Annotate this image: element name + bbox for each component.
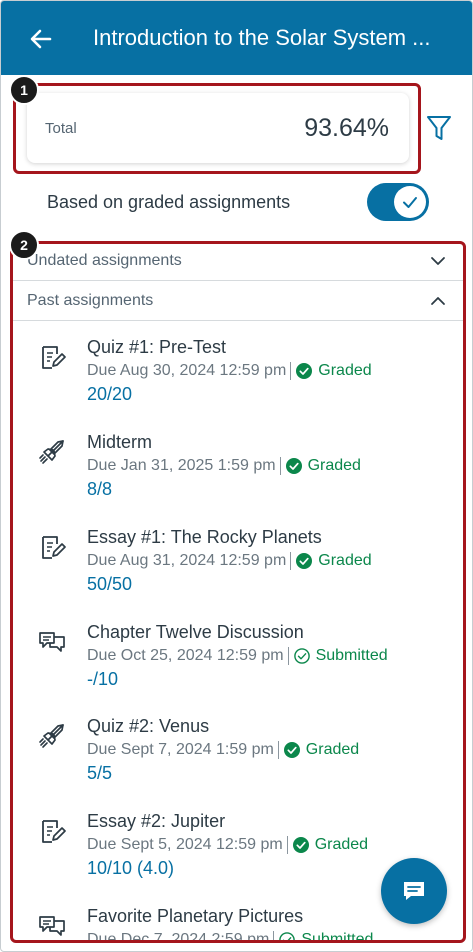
past-assignments-label: Past assignments (27, 292, 154, 309)
assignment-name: Essay #1: The Rocky Planets (87, 527, 322, 547)
past-assignments-header[interactable]: Past assignments (12, 281, 464, 321)
status-text: Graded (305, 741, 360, 758)
due-date: Due Dec 7, 2024 2:59 pm (87, 931, 270, 942)
assignment-score: 50/50 (87, 574, 133, 594)
assignment-meta: Due Aug 31, 2024 12:59 pm Graded (87, 552, 372, 570)
filter-icon (427, 116, 451, 140)
assignment-meta: Due Oct 25, 2024 12:59 pm Submitted (87, 647, 388, 665)
assignment-meta: Due Jan 31, 2025 1:59 pm Graded (87, 457, 361, 475)
check-circle-filled-icon (292, 837, 309, 853)
status-text: Submitted (315, 647, 388, 664)
list-item[interactable]: Quiz #2: Venus Due Sept 7, 2024 1:59 pm … (12, 712, 464, 807)
toggle-knob (394, 186, 426, 218)
assignment-score: 10/10 (4.0) (87, 858, 175, 878)
compose-message-button[interactable] (381, 858, 447, 924)
assignment-edit-icon (42, 346, 66, 369)
due-date: Due Aug 30, 2024 12:59 pm (87, 362, 287, 379)
list-item[interactable]: Quiz #1: Pre-Test Due Aug 30, 2024 12:59… (12, 333, 464, 428)
status-text: Graded (318, 362, 372, 379)
list-item[interactable]: Chapter Twelve Discussion Due Oct 25, 20… (12, 618, 464, 713)
based-on-graded-toggle[interactable] (367, 183, 429, 221)
status-badge: Graded (283, 741, 360, 759)
assignment-name: Quiz #1: Pre-Test (87, 337, 227, 357)
due-date: Due Sept 7, 2024 1:59 pm (87, 741, 274, 758)
status-badge: Submitted (293, 647, 388, 665)
divider (279, 457, 281, 475)
check-circle-filled-icon (296, 553, 313, 569)
discussion-icon (39, 916, 65, 936)
arrow-left-icon (30, 29, 52, 49)
assignment-name: Quiz #2: Venus (87, 716, 210, 736)
compose-message-icon (404, 882, 424, 900)
assignment-score: 20/20 (87, 384, 133, 404)
status-badge: Graded (292, 836, 369, 854)
status-badge: Graded (285, 457, 361, 475)
divider (290, 552, 292, 570)
back-button[interactable] (27, 25, 55, 53)
status-text: Graded (314, 836, 369, 853)
chevron-up-icon (431, 297, 445, 305)
assignment-meta: Due Dec 7, 2024 2:59 pm Submitted (87, 931, 373, 942)
check-circle-outline-icon (279, 932, 296, 942)
assignment-score: 8/8 (87, 479, 113, 499)
due-date: Due Jan 31, 2025 1:59 pm (87, 457, 276, 474)
undated-assignments-label: Undated assignments (27, 252, 182, 269)
check-icon (403, 197, 417, 208)
due-date: Due Sept 5, 2024 12:59 pm (87, 836, 283, 853)
chevron-down-icon (431, 257, 445, 265)
undated-assignments-header[interactable]: Undated assignments (12, 241, 464, 281)
list-item[interactable]: Essay #1: The Rocky Planets Due Aug 31, … (12, 523, 464, 618)
due-date: Due Aug 31, 2024 12:59 pm (87, 552, 287, 569)
check-circle-filled-icon (296, 363, 313, 379)
assignment-name: Essay #2: Jupiter (87, 811, 226, 831)
divider (286, 836, 288, 854)
assignment-edit-icon (42, 820, 66, 843)
status-badge: Submitted (279, 931, 373, 942)
total-value: 93.64% (304, 114, 389, 142)
assignment-score: 5/5 (87, 763, 113, 783)
divider (273, 931, 275, 942)
status-badge: Graded (296, 362, 372, 380)
rocket-icon (39, 724, 64, 748)
top-bar: Introduction to the Solar System ... (1, 1, 472, 75)
assignment-meta: Due Sept 7, 2024 1:59 pm Graded (87, 741, 359, 759)
assignment-meta: Due Sept 5, 2024 12:59 pm Graded (87, 836, 368, 854)
discussion-icon (39, 632, 65, 652)
check-circle-outline-icon (293, 648, 310, 664)
page-title: Introduction to the Solar System ... (93, 25, 431, 50)
assignment-name: Chapter Twelve Discussion (87, 622, 304, 642)
callout-badge-1: 1 (9, 75, 39, 105)
check-circle-filled-icon (283, 742, 300, 758)
divider (287, 647, 289, 665)
total-label: Total (45, 120, 77, 137)
assignment-name: Midterm (87, 432, 153, 452)
total-grade-card: Total 93.64% (27, 93, 409, 163)
rocket-icon (39, 440, 64, 464)
divider (290, 362, 292, 380)
status-text: Submitted (301, 931, 374, 942)
list-item[interactable]: Midterm Due Jan 31, 2025 1:59 pm Graded … (12, 428, 464, 523)
assignment-meta: Due Aug 30, 2024 12:59 pm Graded (87, 362, 372, 380)
due-date: Due Oct 25, 2024 12:59 pm (87, 647, 284, 664)
callout-badge-2: 2 (9, 230, 39, 260)
status-badge: Graded (296, 552, 372, 570)
assignment-name: Favorite Planetary Pictures (87, 906, 304, 926)
divider (277, 741, 279, 759)
status-text: Graded (318, 552, 372, 569)
assignment-score: -/10 (87, 669, 119, 689)
assignment-edit-icon (42, 536, 66, 559)
app-screen: Introduction to the Solar System ... Tot… (0, 0, 473, 952)
based-on-graded-label: Based on graded assignments (47, 192, 291, 212)
filter-button[interactable] (425, 113, 453, 143)
status-text: Graded (307, 457, 361, 474)
check-circle-filled-icon (285, 458, 302, 474)
